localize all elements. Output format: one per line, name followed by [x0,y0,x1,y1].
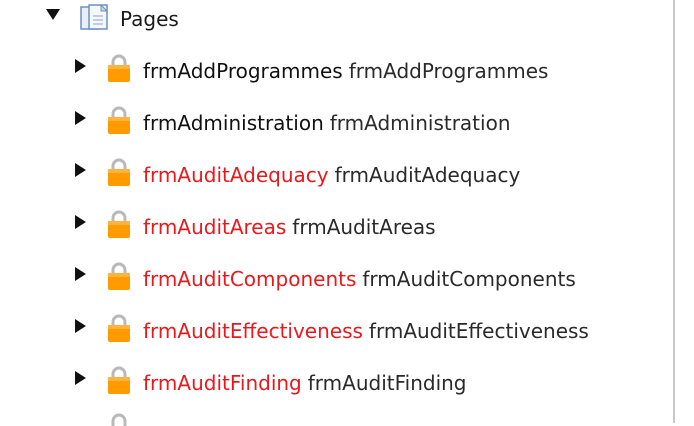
expand-arrow-icon[interactable] [75,319,86,333]
expand-arrow-icon[interactable] [75,267,86,281]
node-name: frmAuditAdequacy [143,163,329,187]
lock-icon [108,366,130,394]
node-caption: frmAuditAreas [292,215,436,239]
expand-arrow-icon[interactable] [75,163,86,177]
node-name: frmAddProgrammes [143,59,343,83]
tree-node[interactable]: frmAuditEffectiveness frmAuditEffectivene… [0,304,670,356]
lock-icon [111,413,127,426]
node-name: frmAuditFinding [143,371,302,395]
node-caption: frmAdministration [329,111,511,135]
expand-arrow-icon[interactable] [75,59,86,73]
tree-node[interactable]: frmAuditAdequacy frmAuditAdequacy [0,148,670,200]
tree-node[interactable]: frmAuditAreas frmAuditAreas [0,200,670,252]
tree-node[interactable]: frmAuditComponents frmAuditComponents [0,252,670,304]
node-name: frmAuditComponents [143,267,357,291]
node-name: frmAuditAreas [143,215,287,239]
node-caption: frmAuditFinding [307,371,467,395]
expand-arrow-icon[interactable] [75,371,86,385]
node-caption: frmAuditComponents [362,267,576,291]
lock-icon [108,314,130,342]
tree-node-pages[interactable]: Pages [0,0,670,40]
collapse-arrow-icon[interactable] [46,9,60,20]
lock-icon [108,262,130,290]
node-name: frmAdministration [143,111,324,135]
node-caption: frmAuditEffectiveness [368,319,589,343]
node-caption: frmAddProgrammes [348,59,549,83]
expand-arrow-icon[interactable] [75,215,86,229]
pages-tree: Pages frmAddProgrammes frmAddProgrammes f… [0,0,694,426]
lock-icon [108,210,130,238]
tree-node[interactable]: frmAdministration frmAdministration [0,96,670,148]
expand-arrow-icon[interactable] [75,111,86,125]
lock-icon [108,158,130,186]
tree-node[interactable]: frmAuditFinding frmAuditFinding [0,356,670,408]
lock-icon [108,54,130,82]
panel-divider [673,0,675,423]
node-caption: frmAuditAdequacy [334,163,521,187]
pages-icon [80,4,109,30]
lock-icon [108,106,130,134]
tree-node-label: Pages [120,7,179,31]
tree-node[interactable]: frmAddProgrammes frmAddProgrammes [0,44,670,96]
node-name: frmAuditEffectiveness [143,319,363,343]
